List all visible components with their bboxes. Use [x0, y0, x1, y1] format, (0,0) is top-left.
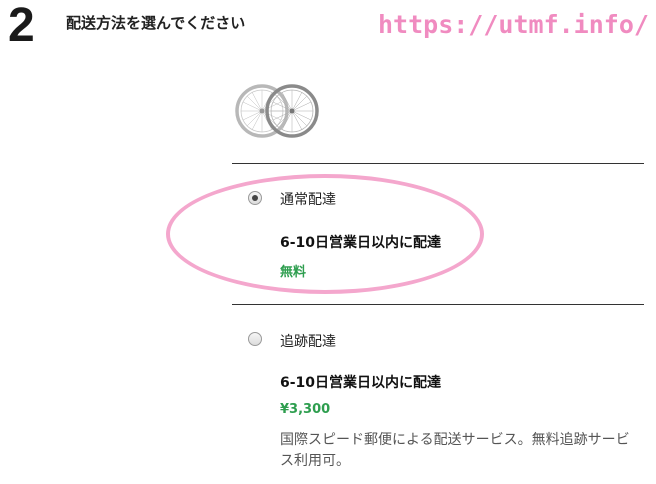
step-title: 配送方法を選んでください — [66, 14, 246, 32]
radio-tracked-shipping[interactable] — [248, 332, 262, 346]
delivery-time: 6-10日営業日以内に配達 — [280, 375, 442, 391]
shipping-method-page: 2 配送方法を選んでください https://utmf.info/ 通常配達 6… — [0, 0, 656, 484]
option-description: 国際スピード郵便による配送サービス。無料追跡サービス利用可。 — [280, 432, 630, 469]
watermark-url: https://utmf.info/ — [378, 10, 649, 39]
bicycle-wheels-icon — [235, 84, 319, 138]
option-price: 無料 — [280, 265, 307, 280]
option-name: 通常配達 — [280, 192, 336, 208]
step-number: 2 — [8, 0, 35, 52]
radio-standard-shipping[interactable] — [248, 191, 262, 205]
delivery-time: 6-10日営業日以内に配達 — [280, 235, 442, 251]
option-name: 追跡配達 — [280, 334, 336, 350]
option-price: ¥3,300 — [280, 402, 331, 417]
shipping-option-tracked[interactable]: 追跡配達 6-10日営業日以内に配達 ¥3,300 国際スピード郵便による配送サ… — [232, 305, 644, 484]
shipping-option-standard[interactable]: 通常配達 6-10日営業日以内に配達 無料 — [232, 164, 644, 304]
